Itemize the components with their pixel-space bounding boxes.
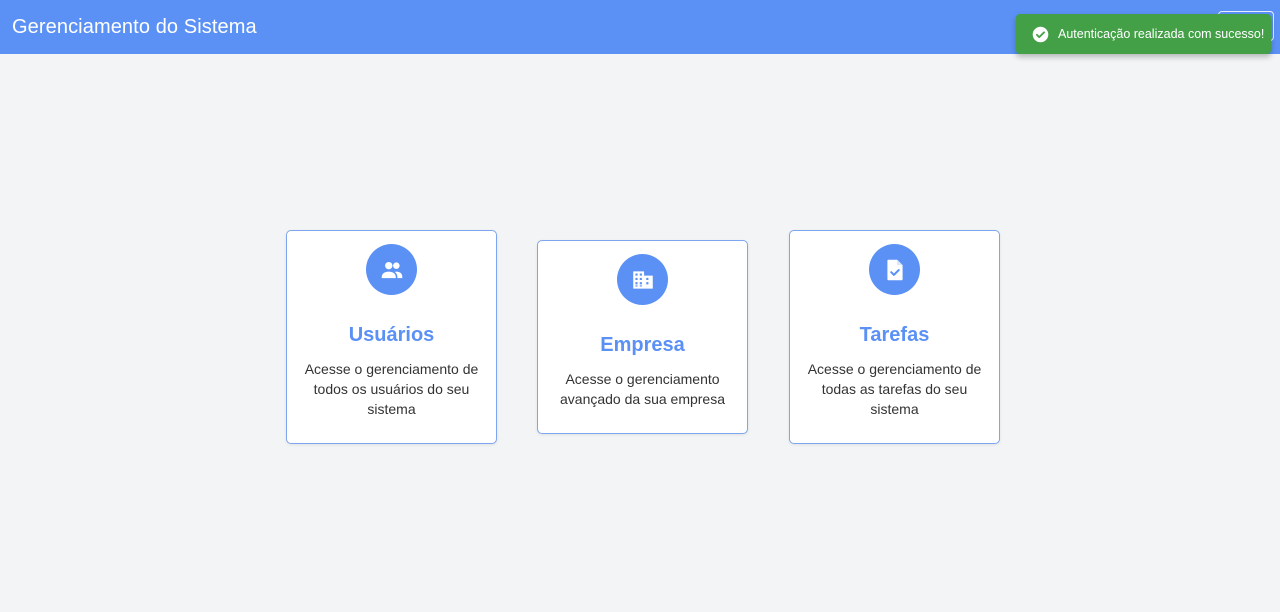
users-icon: [381, 261, 402, 278]
card-title: Tarefas: [859, 324, 930, 346]
card-title: Empresa: [600, 334, 685, 356]
card-icon-circle: [366, 244, 417, 295]
card-description: Acesse o gerenciamento avançado da sua e…: [560, 371, 725, 407]
success-toast[interactable]: Autenticação realizada com sucesso!: [1016, 14, 1271, 54]
card-tarefas[interactable]: Tarefas Acesse o gerenciamento de todas …: [789, 230, 1000, 444]
app-title: Gerenciamento do Sistema: [12, 15, 257, 38]
check-circle-icon: [1032, 26, 1049, 42]
card-description: Acesse o gerenciamento de todas as taref…: [807, 361, 982, 417]
card-description: Acesse o gerenciamento de todos os usuár…: [304, 361, 479, 417]
card-icon-circle: [869, 244, 920, 295]
card-icon-circle: [617, 254, 668, 305]
card-empresa[interactable]: Empresa Acesse o gerenciamento avançado …: [537, 240, 748, 434]
card-usuarios[interactable]: Usuários Acesse o gerenciamento de todos…: [286, 230, 497, 444]
task-document-icon: [886, 259, 903, 280]
building-icon: [632, 270, 653, 289]
card-title: Usuários: [348, 324, 435, 346]
toast-message: Autenticação realizada com sucesso!: [1058, 27, 1265, 41]
